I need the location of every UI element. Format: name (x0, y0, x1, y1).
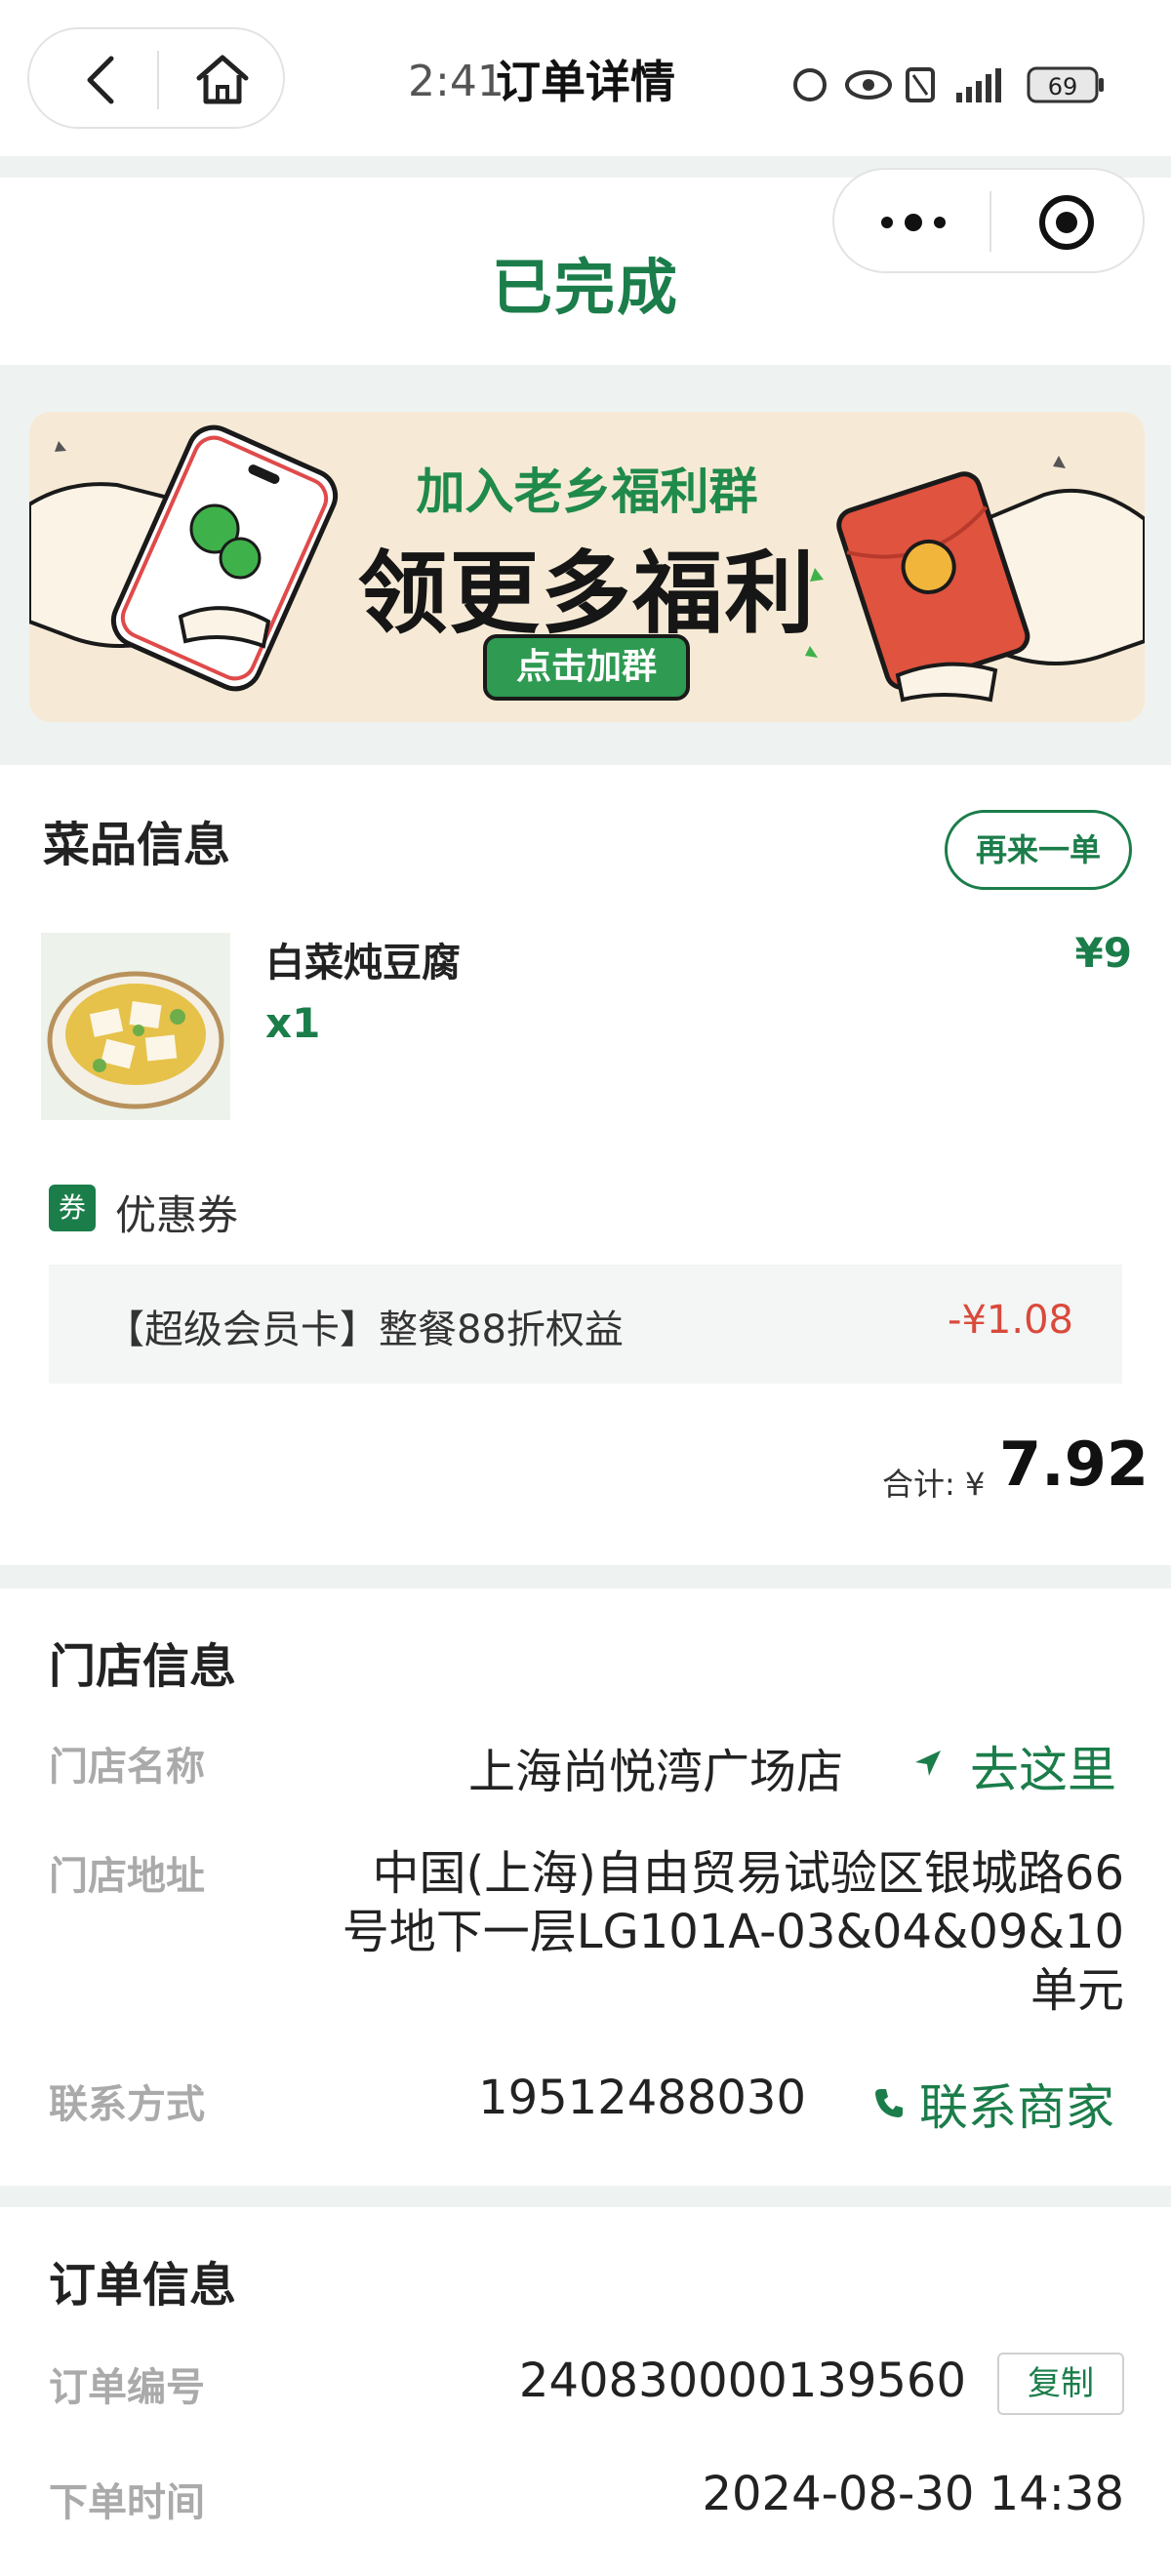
store-address-line: 号地下一层LG101A-03&04&09&10 (342, 1905, 1124, 1959)
store-section-title: 门店信息 (49, 1639, 237, 1694)
store-name: 上海尚悦湾广场店 (467, 1745, 843, 1799)
capsule-divider (157, 51, 159, 109)
capsule-divider (989, 191, 991, 252)
dish-section-title: 菜品信息 (43, 818, 231, 872)
back-icon[interactable] (74, 51, 133, 109)
navigate-icon[interactable] (911, 1747, 945, 1780)
coupon-icon: 券 (49, 1185, 96, 1231)
store-phone: 19512488030 (478, 2071, 806, 2125)
order-section-title: 订单信息 (49, 2258, 237, 2313)
dish-name: 白菜炖豆腐 (265, 941, 461, 986)
navigate-link[interactable]: 去这里 (970, 1731, 1116, 1801)
total-label: 合计: ¥ (882, 1466, 986, 1503)
phone-icon[interactable] (872, 2086, 906, 2119)
banner-subtitle: 加入老乡福利群 (416, 463, 758, 520)
banner-title: 领更多福利 (357, 542, 817, 646)
total-amount: 7.92 (999, 1429, 1149, 1500)
join-group-banner[interactable]: 加入老乡福利群 领更多福利 点击加群 (29, 412, 1145, 722)
battery-level: 69 (1048, 73, 1078, 101)
more-icon[interactable] (877, 199, 949, 246)
dish-quantity: x1 (265, 999, 321, 1047)
page-title: 订单详情 (496, 56, 675, 108)
coupon-name: 【超级会员卡】整餐88折权益 (105, 1308, 624, 1352)
dish-illustration (41, 933, 230, 1120)
store-address: 中国(上海)自由贸易试验区银城路66 号地下一层LG101A-03&04&09&… (273, 1844, 1124, 2020)
coupon-label: 优惠券 (115, 1191, 239, 1239)
store-address-line: 单元 (1030, 1963, 1124, 2018)
close-miniprogram-icon[interactable] (1035, 191, 1098, 254)
reorder-button[interactable]: 再来一单 (945, 810, 1132, 890)
top-navigation-bar: 2:41 订单详情 69 (0, 0, 1171, 156)
coupon-discount: -¥1.08 (948, 1298, 1073, 1343)
join-group-button[interactable]: 点击加群 (483, 634, 690, 701)
order-time: 2024-08-30 14:38 (702, 2467, 1124, 2521)
coupon-row: 【超级会员卡】整餐88折权益 -¥1.08 (49, 1265, 1122, 1384)
store-name-label: 门店名称 (49, 1745, 205, 1790)
store-info-card: 门店信息 门店名称 上海尚悦湾广场店 去这里 门店地址 中国(上海)自由贸易试验… (0, 1589, 1171, 2186)
copy-order-number-button[interactable]: 复制 (997, 2353, 1124, 2415)
home-icon[interactable] (191, 49, 254, 111)
order-time-label: 下单时间 (49, 2480, 205, 2525)
dish-info-card: 菜品信息 再来一单 白菜炖豆腐 x1 ¥9 券 优惠券 【超级会员卡】整餐88折… (0, 765, 1171, 1565)
status-icons: 69 (793, 66, 1104, 103)
store-address-line: 中国(上海)自由贸易试验区银城路66 (372, 1846, 1124, 1901)
store-address-label: 门店地址 (49, 1854, 205, 1899)
order-number-label: 订单编号 (49, 2365, 205, 2410)
status-clock: 2:41 (408, 57, 505, 106)
contact-store-link[interactable]: 联系商家 (919, 2069, 1114, 2139)
contact-label: 联系方式 (49, 2082, 205, 2127)
miniprogram-capsule (832, 168, 1145, 273)
nav-capsule (27, 27, 285, 129)
dish-price: ¥9 (1074, 929, 1132, 977)
order-info-card: 订单信息 订单编号 240830000139560 复制 下单时间 2024-0… (0, 2207, 1171, 2576)
order-number: 240830000139560 (518, 2354, 966, 2408)
dish-image[interactable] (41, 933, 230, 1120)
